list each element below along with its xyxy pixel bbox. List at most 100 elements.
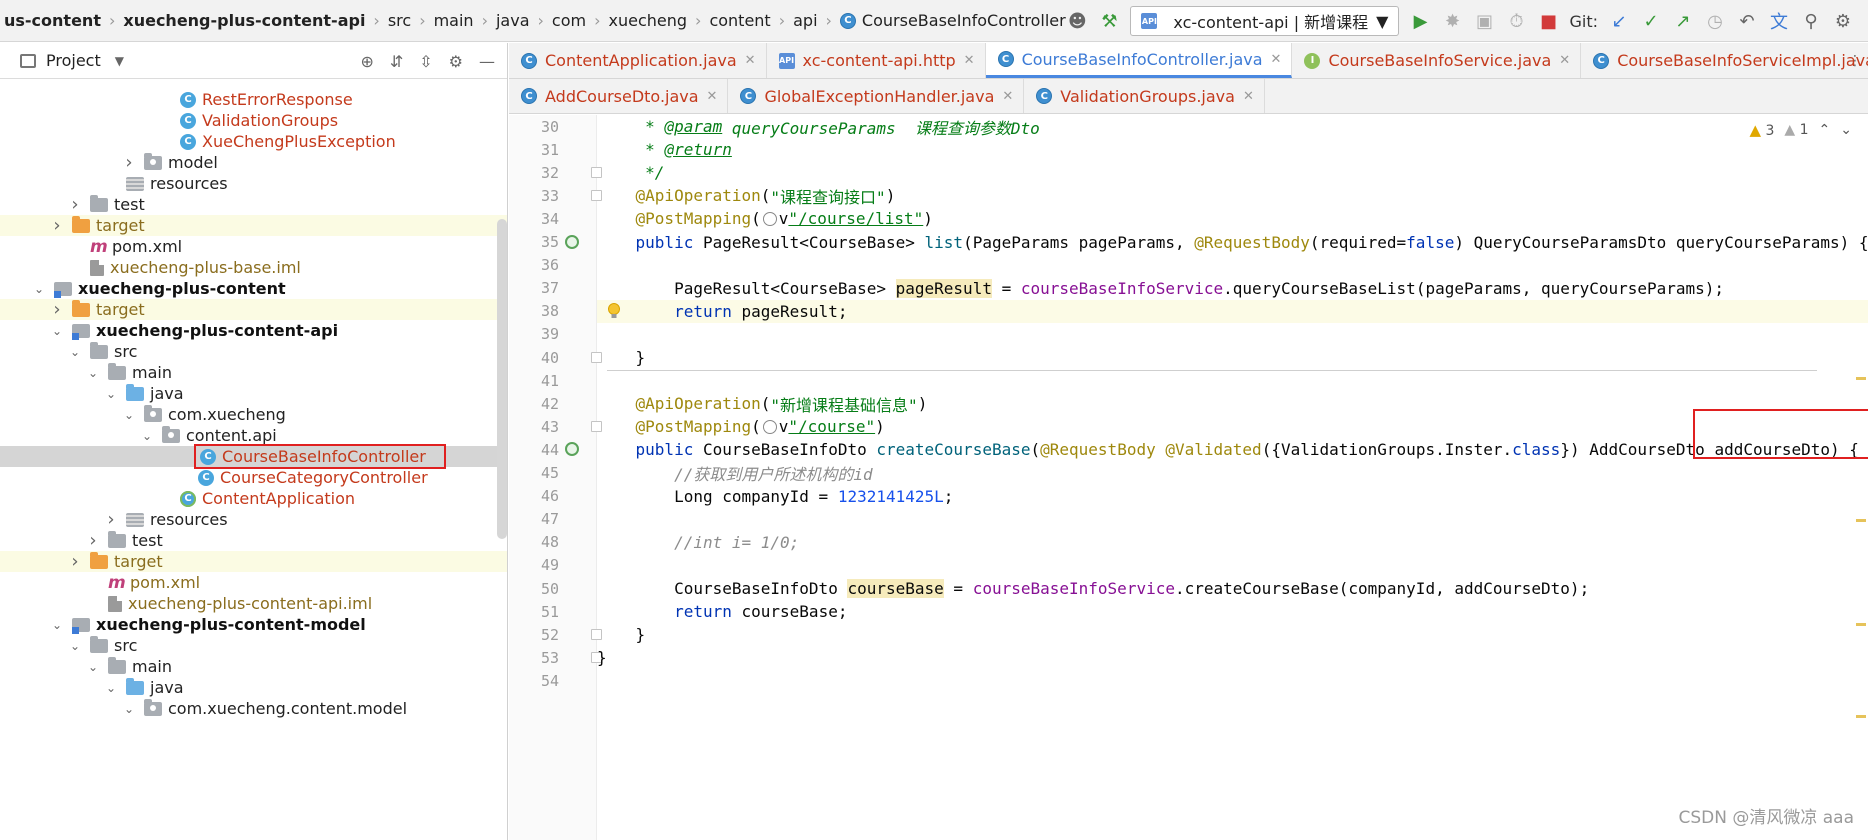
spring-endpoint-icon[interactable] bbox=[565, 442, 579, 457]
breadcrumb-item[interactable]: content bbox=[705, 11, 774, 30]
code-line[interactable]: */ bbox=[597, 161, 1868, 184]
search-icon[interactable]: ⚲ bbox=[1800, 11, 1822, 32]
project-title[interactable]: Project bbox=[46, 51, 101, 70]
tree-item[interactable]: ⌄ java bbox=[0, 677, 507, 698]
tree-item[interactable]: › target bbox=[0, 215, 507, 236]
tree-item[interactable]: C XueChengPlusException bbox=[0, 131, 507, 152]
breadcrumb-item[interactable]: C CourseBaseInfoController bbox=[836, 11, 1070, 30]
collapse-all-icon[interactable]: ⇳ bbox=[419, 52, 432, 71]
chevron-down-icon[interactable]: ⌄ bbox=[1840, 122, 1852, 138]
stop-icon[interactable]: ■ bbox=[1537, 11, 1559, 32]
code-line[interactable]: } bbox=[597, 346, 1868, 369]
breadcrumb-item[interactable]: java bbox=[492, 11, 534, 30]
close-icon[interactable]: ✕ bbox=[1271, 52, 1282, 67]
code-line[interactable] bbox=[597, 254, 1868, 277]
code-line[interactable]: * @return bbox=[597, 138, 1868, 161]
breadcrumb-item[interactable]: api bbox=[789, 11, 821, 30]
code-line[interactable]: * @param queryCourseParams 课程查询参数Dto bbox=[597, 115, 1868, 138]
user-icon[interactable]: ☻ bbox=[1066, 11, 1088, 32]
tree-item[interactable]: ⌄ xuecheng-plus-content-api bbox=[0, 320, 507, 341]
code-line[interactable]: public PageResult<CourseBase> list (PageP… bbox=[597, 231, 1868, 254]
tree-item[interactable]: m pom.xml bbox=[0, 572, 507, 593]
code-line[interactable] bbox=[597, 669, 1868, 692]
coverage-icon[interactable]: ▣ bbox=[1473, 11, 1495, 32]
tree-item[interactable]: resources bbox=[0, 173, 507, 194]
profile-icon[interactable]: ⏱ bbox=[1505, 11, 1527, 32]
editor-tab[interactable]: C AddCourseDto.java ✕ bbox=[509, 79, 729, 113]
code-line[interactable]: Long companyId = 1232141425L; bbox=[597, 485, 1868, 508]
chevron-down-icon[interactable]: ⌄ bbox=[140, 429, 154, 443]
globe-icon[interactable] bbox=[762, 211, 777, 226]
code-editor[interactable]: 30 31 32 33 34 35 36 37 38 39 40 41 42 43 44 45 46 47 48 49… bbox=[509, 115, 1868, 840]
git-update-icon[interactable]: ↙ bbox=[1608, 11, 1630, 32]
expand-all-icon[interactable]: ⇵ bbox=[390, 52, 403, 71]
code-line[interactable]: @ApiOperation("新增课程基础信息") bbox=[597, 392, 1868, 415]
chevron-right-icon[interactable]: › bbox=[50, 299, 64, 320]
git-push-icon[interactable]: ↗ bbox=[1672, 11, 1694, 32]
tree-item[interactable]: › target bbox=[0, 299, 507, 320]
code-line[interactable]: return pageResult; bbox=[597, 299, 1868, 323]
editor-tab[interactable]: I CourseBaseInfoService.java ✕ bbox=[1292, 43, 1582, 78]
hide-icon[interactable]: — bbox=[479, 52, 495, 71]
code-line[interactable]: public CourseBaseInfoDto createCourseBas… bbox=[597, 438, 1868, 461]
chevron-right-icon[interactable]: › bbox=[68, 551, 82, 572]
tree-item[interactable]: xuecheng-plus-base.iml bbox=[0, 257, 507, 278]
tree-item[interactable]: › test bbox=[0, 530, 507, 551]
tree-item[interactable]: ⌄ src bbox=[0, 341, 507, 362]
close-icon[interactable]: ✕ bbox=[1002, 89, 1013, 104]
chevron-right-icon[interactable]: › bbox=[104, 509, 118, 530]
globe-icon[interactable] bbox=[762, 419, 777, 434]
run-icon[interactable]: ▶ bbox=[1409, 11, 1431, 32]
code-line[interactable]: //获取到用户所述机构的id bbox=[597, 462, 1868, 485]
build-hammer-icon[interactable]: ⚒ bbox=[1098, 11, 1120, 32]
code-line[interactable]: } bbox=[597, 646, 1868, 669]
close-icon[interactable]: ✕ bbox=[745, 53, 756, 68]
chevron-down-icon[interactable]: ⌄ bbox=[32, 282, 46, 296]
code-line[interactable] bbox=[597, 369, 1868, 392]
error-stripe[interactable] bbox=[1856, 115, 1868, 840]
tree-item[interactable]: C ContentApplication bbox=[0, 488, 507, 509]
editor-tab[interactable]: API xc-content-api.http ✕ bbox=[767, 43, 986, 78]
gear-icon[interactable]: ⚙ bbox=[449, 52, 463, 71]
chevron-down-icon[interactable]: ⌄ bbox=[68, 345, 82, 359]
tree-item[interactable]: ⌄ main bbox=[0, 362, 507, 383]
lightbulb-icon[interactable] bbox=[607, 302, 621, 320]
breadcrumb-item[interactable]: src bbox=[384, 11, 415, 30]
close-icon[interactable]: ✕ bbox=[707, 89, 718, 104]
tree-item[interactable]: C CourseCategoryController bbox=[0, 467, 507, 488]
tree-item[interactable]: ⌄ xuecheng-plus-content-model bbox=[0, 614, 507, 635]
editor-tab[interactable]: C ContentApplication.java ✕ bbox=[509, 43, 767, 78]
code-line[interactable] bbox=[597, 554, 1868, 577]
editor-tab[interactable]: CCourseBaseInfoServiceImpl.java✕ bbox=[1581, 43, 1868, 78]
code-line[interactable]: } bbox=[597, 623, 1868, 646]
tree-item[interactable]: C RestErrorResponse bbox=[0, 89, 507, 110]
tree-item[interactable]: › resources bbox=[0, 509, 507, 530]
breadcrumb-item[interactable]: us-content bbox=[0, 11, 105, 30]
chevron-down-icon[interactable]: ⌄ bbox=[104, 681, 118, 695]
code-line[interactable] bbox=[597, 323, 1868, 346]
rollback-icon[interactable]: ↶ bbox=[1736, 11, 1758, 32]
tree-item[interactable]: › test bbox=[0, 194, 507, 215]
close-icon[interactable]: ✕ bbox=[1559, 53, 1570, 68]
tree-item[interactable]: C CourseBaseInfoController bbox=[0, 444, 507, 469]
code-line[interactable]: @PostMapping(v "/course/list") bbox=[597, 207, 1868, 230]
chevron-up-icon[interactable]: ⌃ bbox=[1819, 122, 1831, 138]
tree-item[interactable]: › target bbox=[0, 551, 507, 572]
code-line[interactable]: CourseBaseInfoDto courseBase = courseBas… bbox=[597, 577, 1868, 600]
chevron-down-icon[interactable]: ▼ bbox=[115, 54, 124, 68]
breadcrumb-item[interactable]: main bbox=[430, 11, 478, 30]
tree-item[interactable]: xuecheng-plus-content-api.iml bbox=[0, 593, 507, 614]
chevron-right-icon[interactable]: › bbox=[86, 530, 100, 551]
debug-icon[interactable]: ✸ bbox=[1441, 11, 1463, 32]
code-line[interactable]: @ApiOperation("课程查询接口") bbox=[597, 184, 1868, 207]
inspection-widget[interactable]: ▲ 3 ▲ 1 ⌃ ⌄ bbox=[1749, 121, 1852, 139]
tree-item[interactable]: ⌄ com.xuecheng bbox=[0, 404, 507, 425]
chevron-right-icon[interactable]: › bbox=[122, 152, 136, 173]
tree-item[interactable]: ⌄ src bbox=[0, 635, 507, 656]
tree-item[interactable]: C ValidationGroups bbox=[0, 110, 507, 131]
tree-item[interactable]: ⌄ java bbox=[0, 383, 507, 404]
tree-item[interactable]: ⌄ com.xuecheng.content.model bbox=[0, 698, 507, 719]
code-line[interactable]: return courseBase; bbox=[597, 600, 1868, 623]
code-line[interactable]: @PostMapping(v "/course") bbox=[597, 415, 1868, 438]
close-icon[interactable]: ✕ bbox=[1243, 89, 1254, 104]
